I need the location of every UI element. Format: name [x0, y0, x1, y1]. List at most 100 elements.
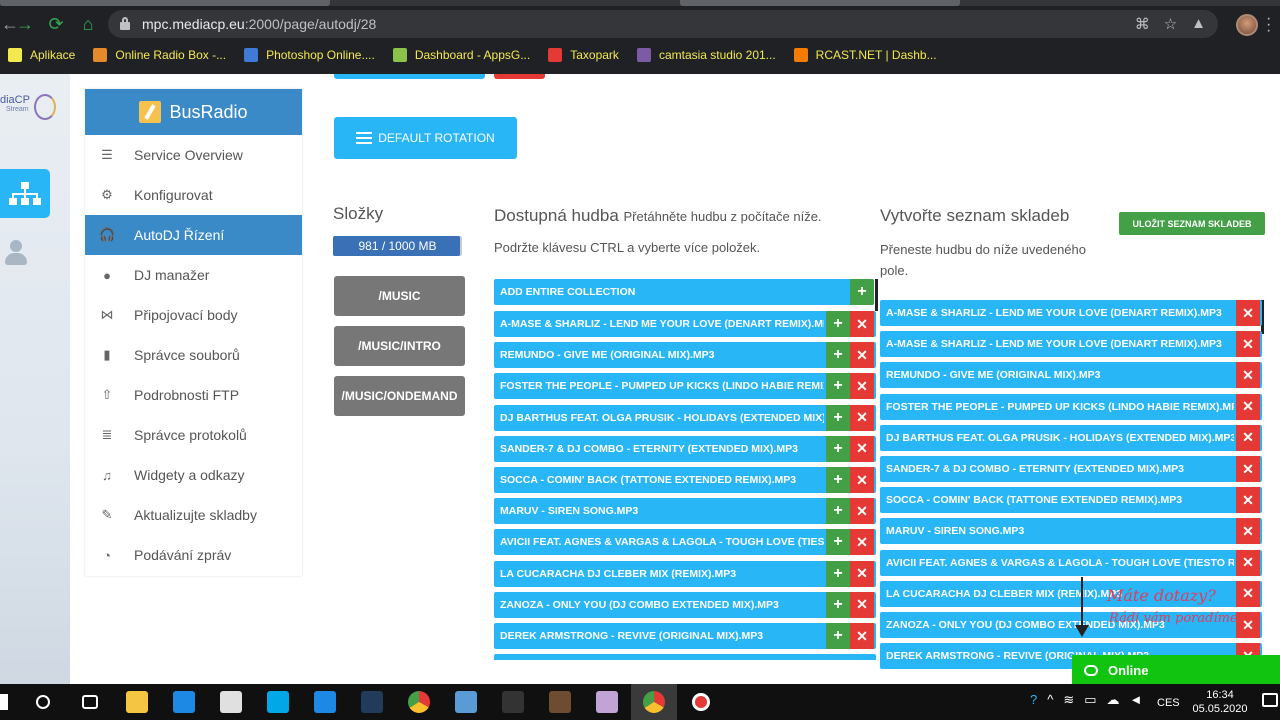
folder-button[interactable]: /MUSIC/ONDEMAND [334, 376, 465, 416]
help-icon[interactable]: ? [1030, 692, 1037, 708]
chrome-icon[interactable] [396, 684, 442, 720]
remove-track-x-icon[interactable]: ✕ [1236, 549, 1260, 576]
clock[interactable]: 16:34 05.05.2020 [1190, 688, 1250, 716]
record-icon[interactable] [678, 684, 724, 720]
playlist-track-row[interactable]: A-MASE & SHARLIZ - LEND ME YOUR LOVE (DE… [880, 300, 1262, 326]
playlist-track-row[interactable]: DJ BARTHUS FEAT. OLGA PRUSIK - HOLIDAYS … [880, 424, 1262, 451]
remove-track-x-icon[interactable]: ✕ [1236, 518, 1260, 545]
available-track-row[interactable]: REMUNDO - GIVE ME (ORIGINAL MIX).MP3 + ✕ [494, 342, 876, 369]
sidebar-item[interactable]: ▮ Správce souborů [85, 335, 302, 375]
remove-track-x-icon[interactable]: ✕ [850, 467, 874, 493]
add-track-plus-icon[interactable]: + [826, 373, 850, 400]
sidebar-item[interactable]: 🎧 AutoDJ Řízení [85, 215, 302, 255]
mediacp-logo[interactable]: diaCP Stream [0, 94, 58, 124]
search-icon[interactable] [20, 684, 66, 720]
remove-track-x-icon[interactable]: ✕ [1236, 331, 1260, 358]
bookmark-item[interactable]: Taxopark [548, 48, 619, 62]
playlist-track-row[interactable]: A-MASE & SHARLIZ - LEND ME YOUR LOVE (DE… [880, 331, 1262, 358]
bookmark-item[interactable]: Aplikace [8, 48, 75, 62]
remove-track-x-icon[interactable]: ✕ [850, 498, 874, 525]
bookmark-item[interactable]: camtasia studio 201... [636, 48, 776, 62]
add-track-plus-icon[interactable]: + [826, 435, 850, 462]
add-track-plus-icon[interactable]: + [826, 311, 850, 337]
add-track-plus-icon[interactable]: + [826, 560, 850, 587]
wifi-icon[interactable]: ≋ [1063, 692, 1074, 708]
remove-track-x-icon[interactable]: ✕ [850, 373, 874, 400]
remove-track-x-icon[interactable]: ✕ [850, 404, 874, 431]
home-icon[interactable]: ⌂ [72, 6, 104, 42]
remove-track-x-icon[interactable]: ✕ [850, 342, 874, 369]
url-text[interactable]: mpc.mediacp.eu:2000/page/autodj/28 [142, 16, 376, 32]
language-indicator[interactable]: CES [1157, 697, 1180, 709]
remove-track-x-icon[interactable]: ✕ [1236, 424, 1260, 451]
station-header[interactable]: BusRadio [85, 89, 302, 135]
translate-icon[interactable]: ⌘ [1135, 15, 1150, 33]
add-track-plus-icon[interactable]: + [826, 342, 850, 369]
playlist-track-row[interactable]: AVICII FEAT. AGNES & VARGAS & LAGOLA - T… [880, 549, 1262, 576]
plus-icon[interactable]: + [850, 279, 874, 305]
add-track-plus-icon[interactable]: + [826, 498, 850, 525]
playlist-track-row[interactable]: SOCCA - COMIN' BACK (TATTONE EXTENDED RE… [880, 487, 1262, 514]
chat-online-button[interactable]: Online [1072, 655, 1280, 685]
minecraft-icon[interactable] [537, 684, 583, 720]
notifications-icon[interactable] [1262, 693, 1278, 707]
remove-track-x-icon[interactable]: ✕ [1236, 456, 1260, 482]
scrolled-button-blue[interactable] [334, 74, 485, 79]
remove-track-x-icon[interactable]: ✕ [850, 529, 874, 556]
bookmark-item[interactable]: Dashboard - AppsG... [392, 48, 530, 62]
remove-track-x-icon[interactable]: ✕ [1236, 487, 1260, 514]
available-track-row[interactable]: LA CUCARACHA DJ CLEBER MIX (REMIX).MP3 + ✕ [494, 560, 876, 587]
paint-icon[interactable] [584, 684, 630, 720]
bookmark-item[interactable]: Online Radio Box -... [93, 48, 226, 62]
available-track-row[interactable]: DEREK ARMSTRONG - REVIVE (ORIGINAL MIX).… [494, 623, 876, 649]
sidebar-item[interactable]: ♫ Widgety a odkazy [85, 455, 302, 495]
remove-track-x-icon[interactable]: ✕ [850, 560, 874, 587]
add-track-plus-icon[interactable]: + [826, 623, 850, 649]
remove-track-x-icon[interactable]: ✕ [1236, 362, 1260, 389]
epic-games-icon[interactable] [490, 684, 536, 720]
add-track-plus-icon[interactable]: + [826, 529, 850, 556]
available-track-row[interactable]: DJ BARTHUS FEAT. OLGA PRUSIK - HOLIDAYS … [494, 404, 876, 431]
scrolled-button-red[interactable] [494, 74, 545, 79]
bookmark-item[interactable]: RCAST.NET | Dashb... [793, 48, 937, 62]
sitemap-icon[interactable] [0, 169, 50, 218]
bookmark-star-icon[interactable]: ☆ [1164, 15, 1177, 33]
folder-button[interactable]: /MUSIC/INTRO [334, 326, 465, 366]
add-track-plus-icon[interactable]: + [826, 404, 850, 431]
remove-track-x-icon[interactable]: ✕ [1236, 393, 1260, 420]
available-track-row[interactable]: MARUV - SIREN SONG.MP3 + ✕ [494, 498, 876, 525]
remove-track-x-icon[interactable]: ✕ [1236, 300, 1260, 326]
available-track-row[interactable] [494, 654, 876, 660]
default-rotation-button[interactable]: DEFAULT ROTATION [334, 117, 517, 159]
sidebar-item[interactable]: ⇧ Podrobnosti FTP [85, 375, 302, 415]
add-track-plus-icon[interactable]: + [826, 591, 850, 618]
available-track-row[interactable]: SANDER-7 & DJ COMBO - ETERNITY (EXTENDED… [494, 435, 876, 462]
chevron-up-icon[interactable]: ^ [1047, 692, 1053, 708]
skype-icon[interactable] [255, 684, 301, 720]
volume-icon[interactable]: ◄ [1130, 692, 1143, 708]
menu-kebab-icon[interactable]: · · · [1266, 11, 1272, 39]
remove-track-x-icon[interactable]: ✕ [850, 623, 874, 649]
sidebar-item[interactable]: ≣ Správce protokolů [85, 415, 302, 455]
remove-track-x-icon[interactable]: ✕ [850, 435, 874, 462]
user-icon[interactable] [5, 240, 27, 266]
sidebar-item[interactable]: ◔ Podávání zpráv [85, 535, 302, 575]
playlist-track-row[interactable]: MARUV - SIREN SONG.MP3 ✕ [880, 518, 1262, 545]
scrollbar-thumb[interactable] [875, 279, 878, 311]
add-entire-collection-button[interactable]: ADD ENTIRE COLLECTION + [494, 279, 874, 305]
playlist-track-row[interactable]: FOSTER THE PEOPLE - PUMPED UP KICKS (LIN… [880, 393, 1262, 420]
file-explorer-icon[interactable] [114, 684, 160, 720]
available-track-row[interactable]: AVICII FEAT. AGNES & VARGAS & LAGOLA - T… [494, 529, 876, 556]
sidebar-item[interactable]: ✎ Aktualizujte skladby [85, 495, 302, 535]
steam-icon[interactable] [349, 684, 395, 720]
folder-button[interactable]: /MUSIC [334, 276, 465, 316]
sidebar-item[interactable]: ⚙ Konfigurovat [85, 175, 302, 215]
forward-icon[interactable]: → [10, 6, 40, 42]
drive-icon[interactable]: ▲ [1191, 15, 1206, 33]
save-playlist-button[interactable]: ULOŽIT SEZNAM SKLADEB [1119, 212, 1265, 235]
playlist-track-row[interactable]: REMUNDO - GIVE ME (ORIGINAL MIX).MP3 ✕ [880, 362, 1262, 389]
edge-icon[interactable] [161, 684, 207, 720]
chrome-active-icon[interactable] [631, 684, 677, 720]
publisher-icon[interactable] [443, 684, 489, 720]
sidebar-item[interactable]: ● DJ manažer [85, 255, 302, 295]
